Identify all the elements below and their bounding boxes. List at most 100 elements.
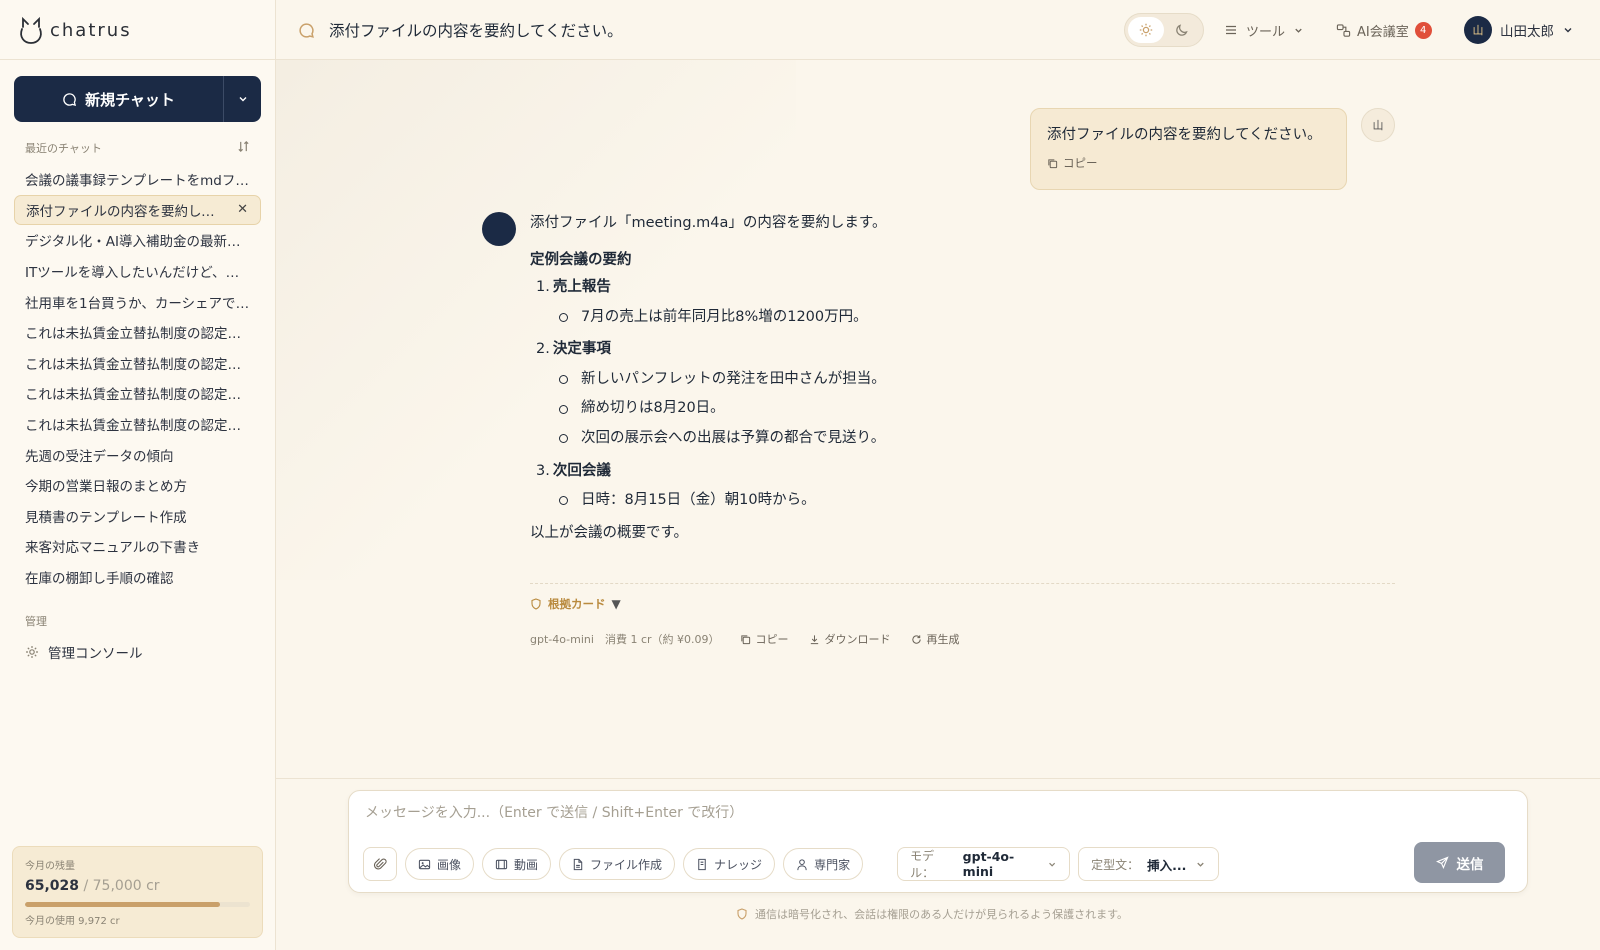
chat-history-item[interactable]: 来客対応マニュアルの下書き bbox=[14, 531, 261, 562]
knowledge-button[interactable]: ナレッジ bbox=[683, 848, 776, 880]
top-bar: 添付ファイルの内容を要約してください。 ツール AI会議室 4 山 山田太郎 bbox=[276, 0, 1600, 60]
summary-section: 2. 決定事項 新しいパンフレットの発注を田中さんが担当。 締め切りは8月20日。… bbox=[536, 340, 1390, 448]
bullet-circle bbox=[559, 312, 568, 322]
tools-menu-button[interactable]: ツール bbox=[1224, 0, 1304, 60]
image-label: 画像 bbox=[437, 857, 462, 872]
attach-button[interactable] bbox=[363, 847, 397, 881]
bullet-circle bbox=[559, 404, 568, 414]
copy-icon bbox=[740, 634, 750, 644]
assistant-message: 添付ファイル「meeting.m4a」の内容を要約します。 定例会議の要約 1.… bbox=[530, 214, 1390, 543]
summary-section: 3. 次回会議 日時：8月15日（金）朝10時から。 bbox=[536, 462, 1390, 511]
file-create-button[interactable]: ファイル作成 bbox=[559, 848, 676, 880]
regenerate-button[interactable]: 再生成 bbox=[911, 631, 960, 647]
sort-icon[interactable] bbox=[237, 140, 250, 153]
copy-button[interactable]: コピー bbox=[740, 631, 789, 647]
new-chat-button[interactable]: 新規チャット bbox=[14, 76, 223, 122]
sidebar: chatrus 新規チャット 最近のチャット 会議の議事録テンプレートをmdファ… bbox=[0, 0, 276, 950]
video-button[interactable]: 動画 bbox=[482, 848, 552, 880]
quota-progress-bar bbox=[25, 902, 250, 907]
download-button[interactable]: ダウンロード bbox=[809, 631, 891, 647]
sidebar-divider bbox=[0, 59, 276, 60]
model-name: gpt-4o-mini 消費 1 cr（約 ¥0.09） bbox=[530, 631, 720, 647]
credit-quota-card: 今月の残量 65,028 / 75,000 cr 今月の使用 9,972 cr bbox=[12, 846, 263, 938]
gear-icon bbox=[26, 646, 38, 658]
chevron-down-icon bbox=[239, 97, 246, 102]
delete-chat-icon[interactable]: ✕ bbox=[237, 202, 248, 217]
light-theme-option[interactable] bbox=[1128, 17, 1164, 43]
message-divider bbox=[530, 583, 1395, 584]
list-item-text: 7月の売上は前年同月比8%増の1200万円。 bbox=[581, 308, 868, 325]
chat-title: 見積書のテンプレート作成 bbox=[25, 509, 187, 526]
file-icon bbox=[573, 858, 583, 870]
model-select-prefix: モデル： bbox=[910, 849, 935, 880]
new-chat-dropdown-button[interactable] bbox=[223, 76, 261, 122]
quota-value: 65,028 / 75,000 cr bbox=[25, 878, 250, 894]
quota-progress-fill bbox=[25, 902, 221, 907]
list-item: 締め切りは8月20日。 bbox=[559, 399, 1390, 419]
chat-history-item[interactable]: 会議の議事録テンプレートをmdファイルで作成 bbox=[14, 164, 261, 195]
brand-logo[interactable]: chatrus bbox=[18, 14, 132, 46]
chat-history-item[interactable]: これは未払賃金立替払制度の認定申請 bbox=[14, 378, 261, 409]
conversation-title-area: 添付ファイルの内容を要約してください。 bbox=[298, 0, 623, 60]
dark-theme-option[interactable] bbox=[1164, 17, 1200, 43]
chat-title: 来客対応マニュアルの下書き bbox=[25, 540, 201, 557]
model-select-value: gpt-4o-mini bbox=[962, 849, 1015, 879]
copy-icon bbox=[1048, 158, 1058, 168]
list-item-text: 日時：8月15日（金）朝10時から。 bbox=[581, 492, 816, 509]
notification-badge: 4 bbox=[1414, 21, 1432, 39]
section-number: 2. bbox=[536, 341, 550, 358]
chat-history-item-active[interactable]: 添付ファイルの内容を要約してください。 ✕ bbox=[14, 194, 261, 226]
avatar: 山 bbox=[1464, 16, 1492, 44]
chevron-down-icon bbox=[1295, 28, 1302, 33]
list-item-text: 締め切りは8月20日。 bbox=[581, 400, 725, 417]
quota-remaining: 65,028 bbox=[25, 878, 80, 894]
list-item: 新しいパンフレットの発注を田中さんが担当。 bbox=[559, 370, 1390, 390]
send-button[interactable]: 送信 bbox=[1414, 842, 1505, 883]
copy-label: コピー bbox=[1063, 156, 1098, 170]
chat-title: 会議の議事録テンプレートをmdファイルで作成 bbox=[25, 173, 250, 190]
conversation-title: 添付ファイルの内容を要約してください。 bbox=[329, 22, 623, 40]
regenerate-label: 再生成 bbox=[926, 633, 960, 646]
admin-console-link[interactable]: 管理コンソール bbox=[25, 642, 143, 662]
quota-label: 今月の残量 bbox=[25, 861, 75, 872]
chat-history-item[interactable]: ITツールを導入したいんだけど、補助金は bbox=[14, 256, 261, 287]
theme-toggle[interactable] bbox=[1124, 13, 1204, 47]
chat-history-item[interactable]: これは未払賃金立替払制度の認定申請 bbox=[14, 348, 261, 379]
template-select[interactable]: 定型文： 挿入... bbox=[1078, 847, 1220, 881]
chat-title: 先週の受注データの傾向 bbox=[25, 448, 174, 465]
composer-toolbar: 画像 動画 ファイル作成 ナレッジ 専門家 モデル： gpt-4o-mini 定… bbox=[363, 847, 1220, 881]
chat-history-item[interactable]: 見積書のテンプレート作成 bbox=[14, 501, 261, 532]
chat-title: デジタル化・AI導入補助金の最新情報 bbox=[25, 234, 250, 251]
user-menu[interactable]: 山 山田太郎 bbox=[1464, 0, 1574, 60]
chat-history-item[interactable]: 在庫の棚卸し手順の確認 bbox=[14, 562, 261, 593]
evidence-card-label: 根拠カード bbox=[548, 597, 606, 611]
list-item: 日時：8月15日（金）朝10時から。 bbox=[559, 491, 1390, 511]
expert-button[interactable]: 専門家 bbox=[783, 848, 864, 880]
summary-section: 1. 売上報告 7月の売上は前年同月比8%増の1200万円。 bbox=[536, 278, 1390, 327]
ai-council-label: AI会議室 bbox=[1357, 24, 1409, 40]
chat-title: ITツールを導入したいんだけど、補助金は bbox=[25, 265, 250, 282]
chat-bubble-icon bbox=[63, 92, 77, 106]
ai-council-button[interactable]: AI会議室 4 bbox=[1336, 0, 1432, 60]
message-meta-bar: gpt-4o-mini 消費 1 cr（約 ¥0.09） コピー ダウンロード … bbox=[530, 631, 960, 647]
tools-label: ツール bbox=[1246, 24, 1286, 40]
chat-history-item[interactable]: 社用車を1台買うか、カーシェアで済ますか bbox=[14, 286, 261, 317]
bullet-circle bbox=[559, 434, 568, 444]
message-input[interactable] bbox=[365, 805, 1465, 821]
file-create-label: ファイル作成 bbox=[590, 857, 663, 872]
chat-history-item[interactable]: デジタル化・AI導入補助金の最新情報 bbox=[14, 225, 261, 256]
section-number: 3. bbox=[536, 462, 550, 479]
copy-button[interactable]: コピー bbox=[1047, 155, 1330, 171]
chat-history-item[interactable]: 今期の営業日報のまとめ方 bbox=[14, 470, 261, 501]
link-nodes-icon bbox=[1336, 23, 1351, 37]
user-message-text: 添付ファイルの内容を要約してください。 bbox=[1047, 127, 1322, 143]
model-select[interactable]: モデル： gpt-4o-mini bbox=[897, 847, 1071, 881]
evidence-card-toggle[interactable]: 根拠カード ▼ bbox=[530, 596, 621, 612]
download-label: ダウンロード bbox=[824, 633, 891, 646]
chat-history-item[interactable]: これは未払賃金立替払制度の認定申請 bbox=[14, 409, 261, 440]
shield-icon bbox=[737, 908, 747, 920]
image-button[interactable]: 画像 bbox=[405, 848, 475, 880]
chat-history-item[interactable]: 先週の受注データの傾向 bbox=[14, 439, 261, 470]
chat-history-item[interactable]: これは未払賃金立替払制度の認定申請 bbox=[14, 317, 261, 348]
triangle-down-icon: ▼ bbox=[611, 597, 621, 611]
